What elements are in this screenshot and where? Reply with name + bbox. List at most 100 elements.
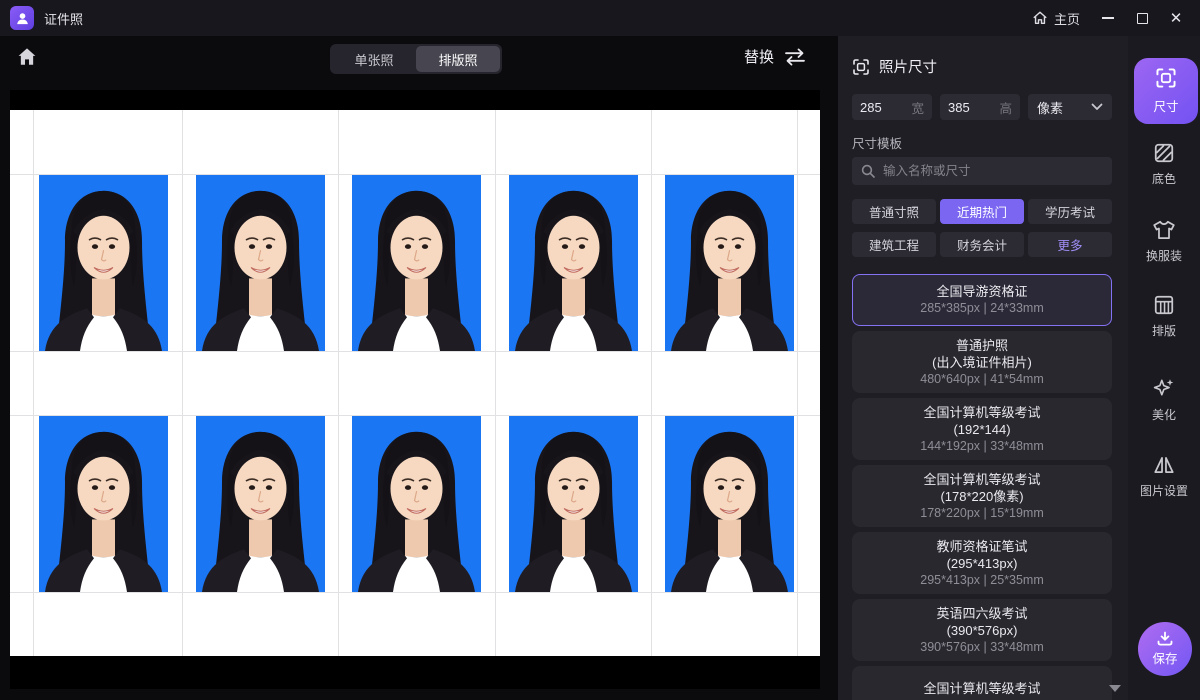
template-name: 全国计算机等级考试: [923, 471, 1040, 488]
photo-mode-tabs: 单张照 排版照: [330, 44, 502, 74]
minimize-button[interactable]: [1094, 6, 1122, 30]
home-outline-icon: [1032, 10, 1048, 26]
sidebar-item-beautify[interactable]: 美化: [1128, 376, 1200, 423]
save-button-label: 保存: [1152, 648, 1177, 667]
close-icon: ✕: [1170, 11, 1183, 26]
replace-button[interactable]: 替换: [744, 46, 808, 67]
template-item[interactable]: 普通护照 (出入境证件相片) 480*640px | 41*54mm: [852, 331, 1112, 393]
app-logo-icon: [10, 6, 34, 30]
width-input[interactable]: [860, 100, 906, 115]
sidebar-item-size[interactable]: 尺寸: [1134, 58, 1198, 124]
height-field: 高: [940, 94, 1020, 120]
layout-grid-icon: [1153, 294, 1175, 316]
template-item[interactable]: 教师资格证笔试 (295*413px) 295*413px | 25*35mm: [852, 532, 1112, 594]
home-icon: [16, 46, 38, 68]
search-input[interactable]: [883, 164, 1103, 178]
scroll-down-chevron-icon[interactable]: [1109, 685, 1121, 692]
template-name: 英语四六级考试: [936, 605, 1027, 622]
home-button[interactable]: [16, 46, 40, 70]
tab-single-photo[interactable]: 单张照: [332, 46, 416, 72]
sidebar-item-layout[interactable]: 排版: [1128, 294, 1200, 339]
maximize-icon: [1137, 13, 1148, 24]
template-list: 全国导游资格证 285*385px | 24*33mm 普通护照 (出入境证件相…: [852, 274, 1112, 700]
sidebar-item-layout-label: 排版: [1152, 322, 1176, 339]
photo-sheet: [10, 90, 820, 689]
template-size: 285*385px | 24*33mm: [920, 300, 1043, 317]
home-nav-label: 主页: [1054, 9, 1080, 28]
template-size: 178*220px | 15*19mm: [920, 505, 1043, 522]
template-name: 全国导游资格证: [936, 283, 1027, 300]
sidebar-item-clothes-label: 换服装: [1146, 247, 1182, 264]
category-trending[interactable]: 近期热门: [940, 199, 1024, 224]
beautify-icon: [1152, 376, 1176, 400]
template-size: 390*576px | 33*48mm: [920, 639, 1043, 656]
sidebar-item-clothes[interactable]: 换服装: [1128, 219, 1200, 264]
unit-select[interactable]: 像素: [1028, 94, 1112, 120]
id-photo: [509, 416, 638, 592]
category-more[interactable]: 更多: [1028, 232, 1112, 257]
sidebar-item-size-label: 尺寸: [1153, 96, 1178, 115]
category-academic-exam[interactable]: 学历考试: [1028, 199, 1112, 224]
template-name: 全国计算机等级考试: [923, 404, 1040, 421]
height-suffix: 高: [999, 98, 1012, 117]
swap-icon: [782, 47, 808, 67]
sidebar-item-background-label: 底色: [1152, 170, 1176, 187]
template-size: 295*413px | 25*35mm: [920, 572, 1043, 589]
template-item[interactable]: 全国计算机等级考试 (178*220像素) 178*220px | 15*19m…: [852, 465, 1112, 527]
category-filter-group: 普通寸照 近期热门 学历考试 建筑工程 财务会计 更多: [852, 199, 1112, 257]
id-photo: [196, 175, 325, 351]
id-photo: [352, 416, 481, 592]
cut-guide-line: [651, 110, 652, 656]
cut-guide-line: [797, 110, 798, 656]
id-photo: [509, 175, 638, 351]
template-item[interactable]: 全国导游资格证 285*385px | 24*33mm: [852, 274, 1112, 326]
width-field: 宽: [852, 94, 932, 120]
sheet-black-bar-top: [10, 90, 820, 110]
clothes-icon: [1152, 219, 1176, 241]
template-item[interactable]: 全国计算机等级考试 (295*413): [852, 666, 1112, 700]
category-common[interactable]: 普通寸照: [852, 199, 936, 224]
download-icon: [1156, 631, 1174, 647]
sidebar-item-image-settings-label: 图片设置: [1140, 482, 1188, 499]
template-name: 教师资格证笔试: [936, 538, 1027, 555]
id-photo: [39, 416, 168, 592]
maximize-button[interactable]: [1128, 6, 1156, 30]
sheet-black-bar-bottom: [10, 656, 820, 689]
id-photo: [352, 175, 481, 351]
home-nav-button[interactable]: 主页: [1024, 5, 1088, 32]
cut-guide-line: [33, 110, 34, 656]
crop-icon: [1155, 67, 1177, 89]
template-section-label: 尺寸模板: [852, 133, 902, 152]
category-finance[interactable]: 财务会计: [940, 232, 1024, 257]
id-photo: [39, 175, 168, 351]
sidebar-item-beautify-label: 美化: [1152, 406, 1176, 423]
height-input[interactable]: [948, 100, 994, 115]
template-name: 全国计算机等级考试: [923, 680, 1040, 697]
category-construction[interactable]: 建筑工程: [852, 232, 936, 257]
template-subtitle: (出入境证件相片): [932, 354, 1032, 371]
template-subtitle: (178*220像素): [940, 488, 1023, 505]
sidebar-item-background-color[interactable]: 底色: [1128, 142, 1200, 187]
cut-guide-line: [10, 351, 820, 352]
template-item[interactable]: 全国计算机等级考试 (192*144) 144*192px | 33*48mm: [852, 398, 1112, 460]
width-suffix: 宽: [911, 98, 924, 117]
close-button[interactable]: ✕: [1162, 6, 1190, 30]
sidebar-item-image-settings[interactable]: 图片设置: [1128, 454, 1200, 499]
id-photo: [665, 175, 794, 351]
template-size: 480*640px | 41*54mm: [920, 371, 1043, 388]
id-photo: [196, 416, 325, 592]
save-button[interactable]: 保存: [1138, 622, 1192, 676]
template-subtitle: (192*144): [953, 421, 1010, 438]
titlebar: 证件照 主页 ✕: [0, 0, 1200, 36]
cut-guide-line: [10, 592, 820, 593]
cut-guide-line: [182, 110, 183, 656]
size-panel: 照片尺寸 宽 高 像素 尺寸模板 普通寸照 近期热门 学历考试 建筑工程 财务会…: [838, 36, 1128, 700]
template-search: [852, 157, 1112, 185]
template-item[interactable]: 英语四六级考试 (390*576px) 390*576px | 33*48mm: [852, 599, 1112, 661]
crop-frame-icon: [852, 58, 870, 76]
template-name: 普通护照: [956, 337, 1008, 354]
panel-title: 照片尺寸: [879, 56, 937, 77]
template-size: 144*192px | 33*48mm: [920, 438, 1043, 455]
app-title: 证件照: [44, 9, 83, 28]
tab-layout-photo[interactable]: 排版照: [416, 46, 500, 72]
